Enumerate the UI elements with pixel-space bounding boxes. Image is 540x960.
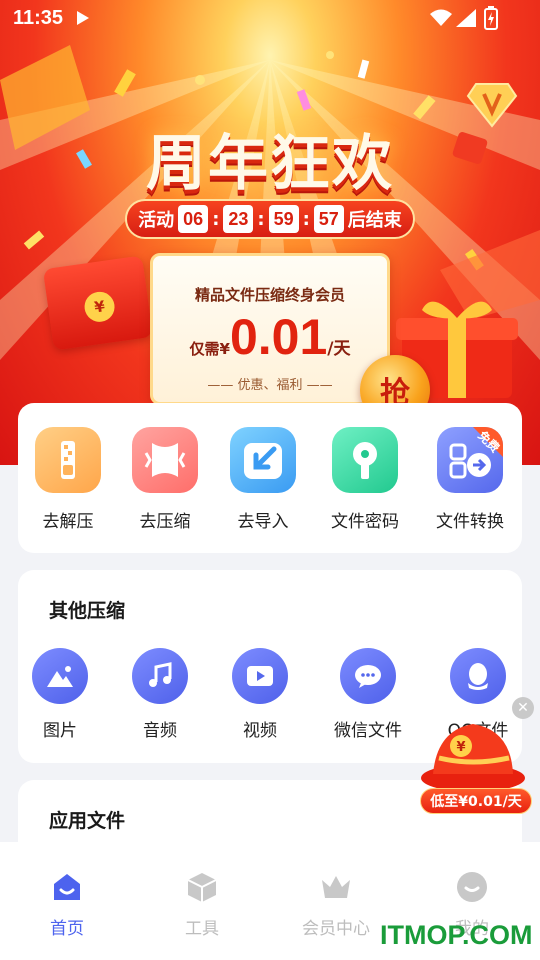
- status-time: 11:35: [13, 7, 64, 29]
- countdown-suffix: 后结束: [347, 210, 402, 231]
- nav-home[interactable]: 首页: [17, 870, 117, 939]
- profile-icon: [457, 872, 487, 902]
- category-audio[interactable]: 音频: [105, 648, 215, 741]
- media-play-icon: [77, 11, 89, 25]
- home-icon: [54, 874, 80, 900]
- nav-label: 工具: [185, 919, 219, 939]
- category-wechat[interactable]: 微信文件: [313, 648, 423, 741]
- promo-close-button[interactable]: ✕: [512, 697, 534, 719]
- tool-file-convert[interactable]: 免费 文件转换: [420, 427, 520, 532]
- signal-icon: [456, 9, 476, 27]
- crown-icon: [322, 876, 350, 898]
- price-value: 0.01: [229, 309, 328, 365]
- svg-text:¥: ¥: [456, 740, 465, 755]
- banner-title: 周年狂欢: [146, 129, 394, 199]
- promo-banner[interactable]: 11:35 周年狂欢 活动 06 : 23 : 59 : 57 后结束 ¥ 精品…: [0, 0, 540, 465]
- wechat-icon: [340, 648, 396, 704]
- tool-label: 文件转换: [436, 512, 504, 532]
- tool-label: 去压缩: [139, 512, 191, 532]
- category-image[interactable]: 图片: [5, 648, 115, 741]
- box-icon: [187, 873, 217, 902]
- tool-label: 去导入: [237, 512, 289, 532]
- countdown-minutes: 23: [223, 205, 254, 233]
- convert-icon: 免费: [437, 427, 503, 493]
- tool-file-password[interactable]: 文件密码: [315, 427, 415, 532]
- status-bar: 11:35: [0, 0, 540, 38]
- category-label: 图片: [43, 721, 77, 741]
- nav-tools[interactable]: 工具: [152, 870, 252, 939]
- tool-label: 去解压: [42, 512, 94, 532]
- import-icon: [230, 427, 296, 493]
- category-label: 音频: [143, 721, 177, 741]
- tool-compress[interactable]: 去压缩: [115, 427, 215, 532]
- yen-coin-icon: ¥: [82, 289, 117, 324]
- tool-label: 文件密码: [331, 512, 399, 532]
- image-icon: [32, 648, 88, 704]
- section-title: 应用文件: [49, 810, 126, 832]
- compress-icon: [132, 427, 198, 493]
- offer-subtitle: —— 优惠、福利 ——: [207, 378, 333, 393]
- qq-icon: [450, 648, 506, 704]
- lock-key-icon: [332, 427, 398, 493]
- unzip-icon: [35, 427, 101, 493]
- price-unit: /天: [327, 339, 351, 359]
- countdown-prefix: 活动: [138, 210, 175, 231]
- offer-title: 精品文件压缩终身会员: [194, 286, 345, 304]
- category-label: 视频: [243, 721, 277, 741]
- wifi-icon: [430, 9, 452, 26]
- offer-ticket[interactable]: 精品文件压缩终身会员 仅需¥0.01/天 —— 优惠、福利 ——: [150, 253, 390, 405]
- tool-import[interactable]: 去导入: [213, 427, 313, 532]
- main-tools-card: 去解压 去压缩 去导入 文件密码 免费 文件转换: [18, 403, 522, 553]
- category-label: 微信文件: [334, 721, 402, 741]
- category-video[interactable]: 视频: [205, 648, 315, 741]
- music-icon: [132, 648, 188, 704]
- red-envelope-decoration: ¥: [42, 255, 154, 351]
- countdown-seconds: 59: [268, 205, 299, 233]
- section-title: 其他压缩: [49, 600, 126, 622]
- offer-price-row: 仅需¥0.01/天: [153, 308, 387, 366]
- battery-charging-icon: [484, 6, 498, 30]
- nav-label: 首页: [50, 919, 84, 939]
- promo-tag[interactable]: 低至¥0.01/天: [420, 788, 532, 814]
- video-icon: [232, 648, 288, 704]
- nav-vip-center[interactable]: 会员中心: [286, 870, 386, 939]
- site-watermark: ITMOP.COM: [380, 920, 533, 950]
- price-prefix: 仅需¥: [189, 340, 230, 358]
- countdown-centis: 57: [313, 205, 344, 233]
- countdown-hours: 06: [178, 205, 209, 233]
- tool-unzip[interactable]: 去解压: [18, 427, 118, 532]
- countdown-timer: 活动 06 : 23 : 59 : 57 后结束: [125, 199, 415, 239]
- nav-label: 会员中心: [302, 919, 370, 939]
